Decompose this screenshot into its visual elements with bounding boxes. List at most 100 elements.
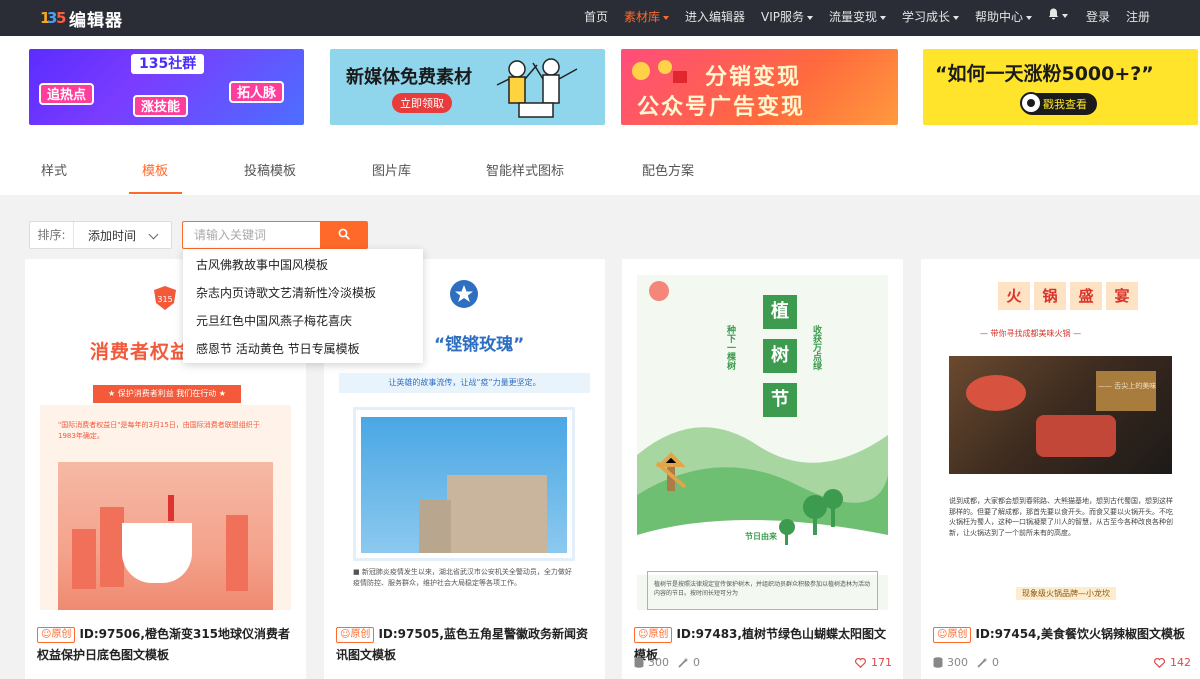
suggestion-item[interactable]: 古风佛教故事中国风模板	[183, 251, 423, 279]
tab-color-schemes[interactable]: 配色方案	[642, 160, 694, 179]
card-title[interactable]: ☺原创 ID:97505,蓝色五角星警徽政务新闻资讯图文模板	[336, 624, 594, 666]
template-thumbnail[interactable]: 植 树 节 种下一棵树 收获万点绿 节日由来 植树节是按照法律规定宣传保护树木，…	[637, 275, 888, 610]
original-badge: ☺原创	[37, 627, 76, 643]
card-title[interactable]: ☺原创 ID:97506,橙色渐变315地球仪消费者权益保护日底色图文模板	[37, 624, 295, 666]
nav-home[interactable]: 首页	[584, 8, 608, 25]
shield-315-icon: 315	[154, 286, 176, 310]
suggestion-item[interactable]: 元旦红色中国风燕子梅花喜庆	[183, 307, 423, 335]
tab-smart-style-icons[interactable]: 智能样式图标	[486, 160, 564, 179]
logo[interactable]: 1 3 5 编辑器	[40, 6, 123, 31]
food-shape	[1036, 415, 1116, 457]
search-input[interactable]	[182, 221, 321, 249]
banner-subtitle: 公众号广告变现	[637, 95, 806, 120]
person-icon: ☺	[638, 629, 649, 640]
photo-block	[100, 507, 124, 587]
suggestion-item[interactable]: 感恩节 活动黄色 节日专属模板	[183, 335, 423, 363]
tab-styles[interactable]: 样式	[41, 160, 67, 179]
brand-name: 编辑器	[69, 10, 123, 31]
nav-help-center[interactable]: 帮助中心	[975, 8, 1033, 25]
nav-label: 注册	[1126, 10, 1151, 24]
photo-caption: —— 舌尖上的美味	[1098, 382, 1157, 390]
nav-material-library[interactable]: 素材库	[624, 8, 670, 25]
banner-gain-followers[interactable]: “如何一天涨粉5000+?” 戳我查看	[923, 49, 1198, 125]
logo-mark: 1 3 5	[40, 9, 66, 27]
banner-title: 135社群	[131, 54, 205, 74]
thumb-vertical-text: 种下一棵树	[725, 325, 735, 370]
sun-icon	[649, 281, 669, 301]
cursor-hand-icon	[1020, 92, 1042, 114]
banner-free-materials[interactable]: 新媒体免费素材 立即领取	[330, 49, 605, 125]
likes-stat[interactable]: 171	[855, 656, 892, 669]
thumb-char: 盛	[1070, 282, 1102, 310]
thumb-paragraph: 说到成都，大家都会想到春熙路、大熊猫基地，想到古代蜀国，想到这样那样的。但要了解…	[949, 497, 1173, 537]
caret-down-icon	[880, 15, 887, 20]
original-badge: ☺原创	[933, 627, 972, 643]
sort-select[interactable]: 排序: 添加时间	[29, 221, 172, 249]
template-thumbnail[interactable]: 火 锅 盛 宴 — 带你寻找成都美味火锅 — —— 舌尖上的美味 说到成都，大家…	[936, 275, 1187, 610]
nav-notifications[interactable]	[1048, 8, 1068, 22]
thumb-tag: 现象级火锅品牌—小龙坎	[1016, 587, 1116, 600]
thumb-ribbon: ★ 保护消费者利益 我们在行动 ★	[93, 385, 241, 403]
food-shape	[1096, 371, 1156, 411]
banner-community[interactable]: 135社群 追热点 涨技能 拓人脉	[29, 49, 304, 125]
banner-pill: 拓人脉	[229, 81, 285, 103]
tab-submission-templates[interactable]: 投稿模板	[244, 160, 296, 179]
nav-label: 首页	[584, 10, 609, 24]
nav-login[interactable]: 登录	[1086, 8, 1110, 25]
suggestion-item[interactable]: 杂志内页诗歌文艺清新性冷淡模板	[183, 279, 423, 307]
caret-down-icon	[1062, 13, 1068, 18]
nav-enter-editor[interactable]: 进入编辑器	[685, 8, 745, 25]
sort-label: 排序:	[30, 222, 74, 248]
tab-image-library[interactable]: 图片库	[372, 160, 411, 179]
thumb-char: 锅	[1034, 282, 1066, 310]
database-icon	[933, 657, 943, 668]
nav-vip-service[interactable]: VIP服务	[761, 8, 813, 25]
card-title-text: ID:97454,美食餐饮火锅辣椒图文模板	[975, 627, 1185, 641]
uses-count: 0	[693, 656, 700, 669]
thumb-paragraph: "国际消费者权益日"是每年的3月15日，由国际消费者联盟组织于1983年确定。	[58, 421, 260, 440]
thumb-vertical-text: 收获万点绿	[811, 325, 821, 370]
sort-value: 添加时间	[88, 229, 137, 243]
badge-label: 原创	[947, 629, 968, 640]
banner-cta: 立即领取	[392, 93, 452, 113]
nav-learning[interactable]: 学习成长	[902, 8, 960, 25]
uses-stat: 0	[977, 656, 999, 669]
tab-templates[interactable]: 模板	[142, 160, 168, 179]
nav-traffic-monetize[interactable]: 流量变现	[829, 8, 887, 25]
thumb-footer: 植树节是按照法律规定宣传保护树木，并组织动员群众积极参加以植树造林为活动内容的节…	[647, 571, 878, 610]
chevron-down-icon	[148, 229, 159, 240]
nav-register[interactable]: 注册	[1126, 8, 1150, 25]
views-count: 300	[947, 656, 968, 669]
top-navbar: 1 3 5 编辑器 首页 素材库 进入编辑器 VIP服务 流量变现 学习成长 帮…	[0, 0, 1200, 36]
nav-label: 素材库	[624, 10, 661, 24]
thumb-subtitle: — 带你寻找成都美味火锅 —	[980, 329, 1082, 338]
search-button[interactable]	[320, 221, 368, 249]
template-card[interactable]: 植 树 节 种下一棵树 收获万点绿 节日由来 植树节是按照法律规定宣传保护树木，…	[622, 259, 903, 679]
badge-label: 原创	[648, 629, 669, 640]
banner-title: “如何一天涨粉5000+?”	[935, 63, 1154, 85]
person-icon: ☺	[937, 629, 948, 640]
magic-wand-icon	[678, 657, 689, 668]
likes-count: 171	[871, 656, 892, 669]
caret-down-icon	[1026, 15, 1033, 20]
database-icon	[634, 657, 644, 668]
banner-distribution[interactable]: 分销变现 公众号广告变现	[621, 49, 898, 125]
uses-count: 0	[992, 656, 999, 669]
badge-label: 原创	[350, 629, 371, 640]
likes-stat[interactable]: 142	[1154, 656, 1191, 669]
card-title[interactable]: ☺原创 ID:97454,美食餐饮火锅辣椒图文模板	[933, 624, 1191, 645]
uses-stat: 0	[678, 656, 700, 669]
person-icon: ☺	[340, 629, 351, 640]
views-stat: 300	[634, 656, 669, 669]
badge-label: 原创	[51, 629, 72, 640]
active-tab-indicator	[129, 192, 182, 194]
caret-down-icon	[953, 15, 960, 20]
star-badge-icon	[450, 280, 478, 308]
nav-label: 帮助中心	[975, 10, 1024, 24]
thumb-subtitle: 让英雄的故事流传，让战“疫”力量更坚定。	[339, 373, 590, 393]
caret-down-icon	[663, 15, 670, 20]
template-card[interactable]: 火 锅 盛 宴 — 带你寻找成都美味火锅 — —— 舌尖上的美味 说到成都，大家…	[921, 259, 1200, 679]
illustration-people-icon	[496, 58, 578, 118]
thumb-heading: 消费者权益	[90, 341, 191, 363]
coins-icon	[632, 60, 687, 83]
